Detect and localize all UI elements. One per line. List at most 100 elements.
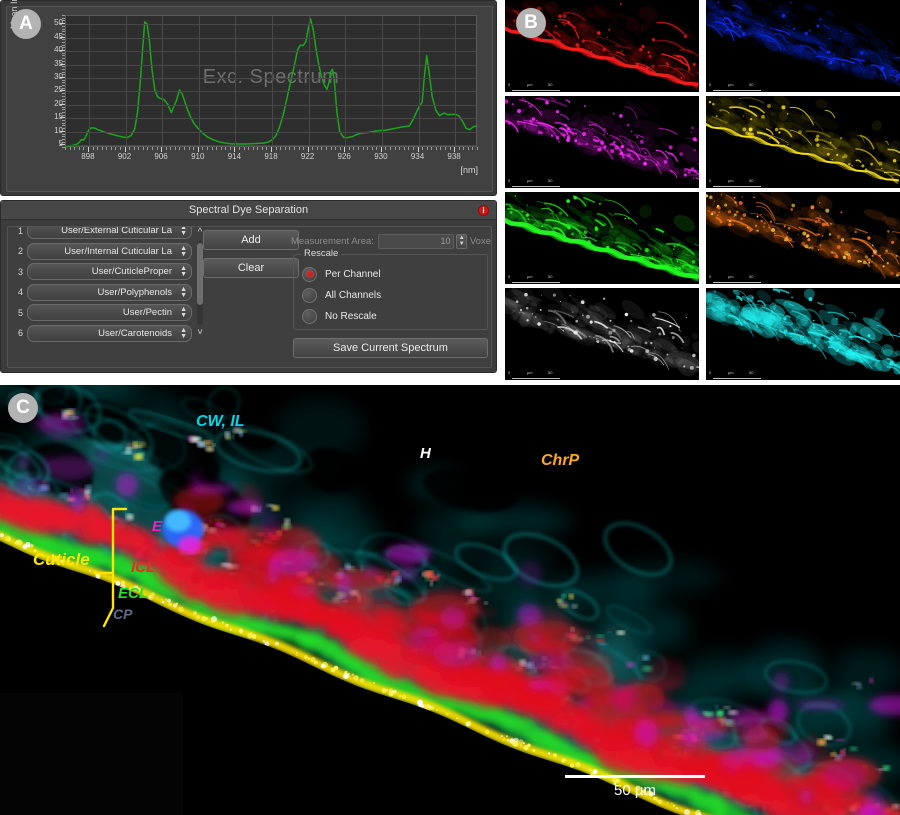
chevron-updown-icon[interactable]: ▲ ▼ (180, 265, 187, 278)
x-axis-ticks: 898 902 906 910 914 918 922 926 930 934 938 (65, 149, 477, 169)
dye-row[interactable]: 3 User/CuticleProper ▲ ▼ (14, 262, 192, 282)
chevron-updown-icon[interactable]: ▲ ▼ (180, 306, 187, 319)
scalebar-unit: µm (527, 370, 533, 375)
x-tick-label: 910 (191, 152, 205, 161)
chevron-updown-icon[interactable]: ▲ ▼ (180, 245, 187, 258)
grid-line-horizontal (66, 78, 476, 79)
radio-label: All Channels (325, 289, 382, 301)
x-tick-label: 938 (447, 152, 461, 161)
dye-select-value: User/CuticleProper (91, 266, 172, 278)
rescale-radio-no-rescale[interactable]: No Rescale (302, 307, 377, 325)
clear-button[interactable]: Clear (203, 258, 299, 278)
dye-select[interactable]: User/Polyphenols ▲ ▼ (27, 283, 192, 301)
grid-line-horizontal (66, 37, 476, 39)
dye-select[interactable]: User/External Cuticular La ▲ ▼ (27, 227, 192, 240)
dye-row[interactable]: 4 User/Polyphenols ▲ ▼ (14, 283, 192, 303)
dye-select[interactable]: User/Carotenoids ▲ ▼ (27, 324, 192, 342)
grid-line-horizontal (66, 51, 476, 52)
scalebar-value: 50 (749, 274, 754, 279)
y-tick-label: 20 (54, 98, 63, 108)
x-tick-label: 918 (264, 152, 278, 161)
error-info-icon[interactable]: i (478, 205, 489, 216)
x-tick-label: 906 (154, 152, 168, 161)
x-tick-label: 930 (374, 152, 388, 161)
dye-select[interactable]: User/Pectin ▲ ▼ (27, 304, 192, 322)
scalebar-label: 50 µm (614, 782, 656, 799)
panel-c-label-ecl: ECL (118, 585, 148, 602)
x-tick-label: 902 (117, 152, 132, 161)
dye-list[interactable]: 1 User/External Cuticular La ▲ ▼ 2 User/Inter… (14, 227, 192, 345)
channel-image (706, 192, 900, 284)
spectrum-plot-container: Mean Intensity 5101520253035404550 Exc. … (6, 0, 493, 192)
scalebar-line (512, 282, 560, 283)
panel-b-channel-grid: B 0 µm 50 0 µm 50 0 µm 50 0 µm 50 0 µm 50 0 µm 50 0 µm 50 0 µm… (505, 0, 900, 382)
measurement-area-input[interactable]: 10 (377, 233, 455, 249)
chevron-updown-icon[interactable]: ▲ ▼ (180, 327, 187, 340)
add-button[interactable]: Add (203, 230, 299, 250)
panel-c-label-cw-il: CW, IL (196, 413, 245, 430)
measurement-area-row: Measurement Area: 10 ▲ ▼ Voxe (291, 233, 491, 249)
grid-line-vertical (235, 16, 237, 146)
dye-select-value: User/Polyphenols (97, 286, 172, 298)
scalebar-unit: µm (728, 274, 734, 279)
scroll-down-icon[interactable]: ˅ (194, 327, 206, 338)
y-tick-label: 10 (54, 125, 63, 135)
dark-inset-region (0, 693, 183, 815)
measurement-area-stepper[interactable]: ▲ ▼ (456, 233, 467, 249)
grid-line-vertical (345, 16, 347, 146)
dye-row-index: 5 (17, 307, 23, 318)
grid-line-vertical (88, 16, 90, 146)
channel-image (706, 0, 900, 92)
scalebar-line (512, 186, 560, 187)
y-tick-label: 35 (54, 58, 63, 68)
dye-select[interactable]: User/Internal Cuticular La ▲ ▼ (27, 242, 192, 260)
dye-row[interactable]: 6 User/Carotenoids ▲ ▼ (14, 324, 192, 344)
dialog-body: 1 User/External Cuticular La ▲ ▼ 2 User/Inter… (7, 226, 492, 368)
grid-line-vertical (381, 16, 383, 146)
y-tick-label: 15 (54, 112, 63, 122)
channel-scalebar: 0 µm 50 (709, 177, 765, 187)
channel-image (505, 96, 699, 188)
scalebar-line (512, 378, 560, 379)
panel-b-channel-blue: 0 µm 50 (706, 0, 900, 92)
scalebar-zero: 0 (508, 82, 511, 87)
grid-line-horizontal (66, 131, 476, 133)
radio-icon[interactable] (302, 266, 317, 282)
panel-b-channel-yellow: 0 µm 50 (706, 96, 900, 188)
radio-icon[interactable] (302, 287, 317, 303)
grid-line-horizontal (66, 104, 476, 106)
panel-c-scalebar: 50 µm (565, 775, 705, 799)
dye-select[interactable]: User/CuticleProper ▲ ▼ (27, 263, 192, 281)
dye-row[interactable]: 5 User/Pectin ▲ ▼ (14, 303, 192, 323)
panel-c-label-h: H (420, 445, 431, 462)
x-tick-label: 914 (227, 152, 242, 161)
dye-row[interactable]: 2 User/Internal Cuticular La ▲ ▼ (14, 242, 192, 262)
scalebar-unit: µm (527, 274, 533, 279)
chevron-updown-icon[interactable]: ▲ ▼ (180, 227, 187, 237)
dye-row-index: 4 (17, 287, 23, 298)
epidermal-nucleus (162, 510, 204, 548)
save-current-spectrum-button[interactable]: Save Current Spectrum (293, 338, 488, 358)
grid-line-vertical (125, 16, 127, 146)
x-axis-unit-label: [nm] (460, 165, 478, 175)
scalebar-value: 50 (749, 178, 754, 183)
scalebar-value: 50 (548, 178, 553, 183)
rescale-radio-per-channel[interactable]: Per Channel (302, 265, 381, 283)
rescale-radio-all-channels[interactable]: All Channels (302, 286, 381, 304)
panel-c-label-cp: CP (113, 606, 133, 622)
dye-row[interactable]: 1 User/External Cuticular La ▲ ▼ (14, 227, 192, 241)
panel-b-channel-magenta: 0 µm 50 (505, 96, 699, 188)
chevron-updown-icon[interactable]: ▲ ▼ (180, 286, 187, 299)
scalebar-unit: µm (728, 178, 734, 183)
panel-a-spectrum-window: Mean Intensity 5101520253035404550 Exc. … (0, 0, 497, 196)
scalebar-zero: 0 (709, 82, 712, 87)
dye-select-value: User/External Cuticular La (61, 227, 172, 237)
panel-badge-c: C (8, 393, 38, 423)
x-tick-label: 926 (337, 152, 351, 161)
panel-badge-b: B (516, 8, 546, 38)
scalebar-value: 50 (548, 370, 553, 375)
radio-icon[interactable] (302, 308, 317, 324)
scalebar-value: 50 (749, 370, 754, 375)
plot-area: Exc. Spectrum (65, 15, 478, 148)
y-tick-label: 30 (54, 72, 63, 81)
